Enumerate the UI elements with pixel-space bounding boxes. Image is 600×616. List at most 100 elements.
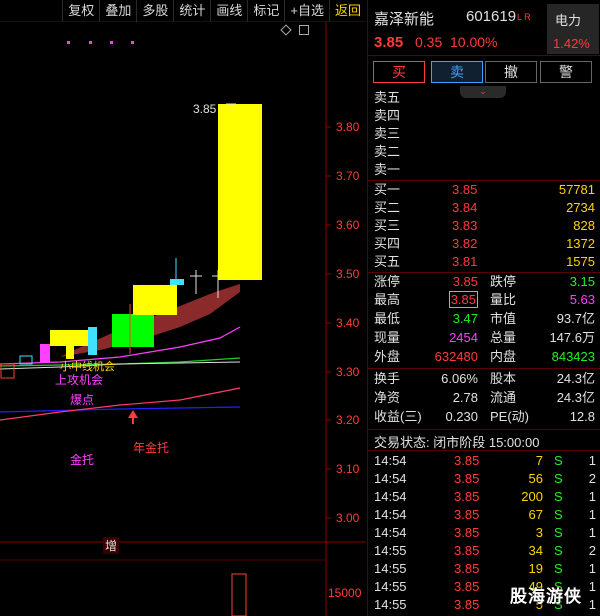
bid-row: 买三 3.83 828 xyxy=(368,217,600,235)
ask-row: 卖三 xyxy=(368,125,600,143)
bid-volume: 1575 xyxy=(566,254,595,269)
tick-count: 1 xyxy=(588,597,596,612)
volume-tick: 15000 xyxy=(328,586,362,600)
stat-row: 最低 3.47 市值 93.7亿 xyxy=(368,310,600,328)
bid-row: 买五 3.81 1575 xyxy=(368,253,600,271)
quote-panel: 嘉泽新能 601619 L R 3.85 0.35 10.00% 电力 1.42… xyxy=(367,0,600,616)
tick-time: 14:55 xyxy=(374,597,407,612)
tick-count: 2 xyxy=(588,471,596,486)
stat-key: 量比 xyxy=(490,292,517,307)
stat-key: 总量 xyxy=(490,330,517,345)
annotation-burst: 爆点 xyxy=(70,393,95,407)
trade-status: 交易状态: 闭市阶段 15:00:00 xyxy=(374,435,540,450)
ma-line-pink xyxy=(0,387,241,421)
tick-time: 14:55 xyxy=(374,579,407,594)
bid-volume: 828 xyxy=(573,218,595,233)
tick-count: 1 xyxy=(588,507,596,522)
bid-label: 买四 xyxy=(374,236,401,251)
tick-price: 3.85 xyxy=(454,561,480,576)
tick-time: 14:54 xyxy=(374,525,407,540)
alert-button[interactable]: 警 xyxy=(540,61,592,83)
bid-label: 买二 xyxy=(374,200,401,215)
ask-label: 卖一 xyxy=(374,162,401,177)
tick-row: 14:54 3.85 7 S 1 xyxy=(368,452,600,470)
sell-button[interactable]: 卖 xyxy=(431,61,483,83)
stat-value: 24.3亿 xyxy=(556,371,595,386)
stat-key: 收益(三) xyxy=(374,409,422,424)
expand-icon[interactable] xyxy=(299,25,309,35)
price-tick-3-60: 3.60 xyxy=(336,218,360,232)
toolbar-add-favorite-button[interactable]: +自选 xyxy=(284,0,329,22)
tick-row: 14:55 3.85 34 S 2 xyxy=(368,542,600,560)
tick-time: 14:54 xyxy=(374,507,407,522)
bid-label: 买一 xyxy=(374,182,401,197)
toolbar-draw-line-button[interactable]: 画线 xyxy=(210,0,247,22)
toolbar-back-button[interactable]: 返回 xyxy=(328,0,366,22)
toolbar-mark-button[interactable]: 标记 xyxy=(247,0,284,22)
tick-volume: 7 xyxy=(535,453,543,468)
bid-price: 3.84 xyxy=(452,200,478,215)
bid-price: 3.82 xyxy=(452,236,478,251)
tick-side: S xyxy=(554,543,563,558)
stat-key: 最低 xyxy=(374,311,401,326)
chart-toolbar: 复权 叠加 多股 统计 画线 标记 +自选 返回 xyxy=(0,0,366,22)
stat-row: 现量 2454 总量 147.6万 xyxy=(368,329,600,347)
stat-value: 24.3亿 xyxy=(556,390,595,405)
price-change-pct: 10.00% xyxy=(450,34,498,50)
ticks-divider xyxy=(368,450,600,451)
bid-row: 买二 3.84 2734 xyxy=(368,199,600,217)
arrow-up-icon xyxy=(128,410,138,418)
bid-row: 买四 3.82 1372 xyxy=(368,235,600,253)
candle-yellow-2 xyxy=(133,285,177,315)
cancel-order-button[interactable]: 撤 xyxy=(485,61,537,83)
stock-header: 嘉泽新能 601619 L R 3.85 0.35 10.00% 电力 1.42… xyxy=(368,0,600,56)
candle-cyan xyxy=(88,327,97,355)
kline-chart[interactable]: 3.80 3.70 3.60 3.50 3.40 3.30 3.20 3.10 … xyxy=(0,22,366,616)
tick-price: 3.85 xyxy=(454,579,480,594)
tick-count: 1 xyxy=(588,579,596,594)
tick-volume: 56 xyxy=(528,471,543,486)
volume-bar xyxy=(231,573,247,616)
tick-row: 14:54 3.85 67 S 1 xyxy=(368,506,600,524)
tick-time: 14:55 xyxy=(374,561,407,576)
stat-value: 3.85 xyxy=(448,291,478,308)
tick-price: 3.85 xyxy=(454,471,480,486)
watermark: 股海游侠 xyxy=(510,587,582,606)
stat-row: 净资 2.78 流通 24.3亿 xyxy=(368,389,600,407)
tick-row: 14:54 3.85 200 S 1 xyxy=(368,488,600,506)
price-tick-3-00: 3.00 xyxy=(336,511,360,525)
ask-label: 卖四 xyxy=(374,108,401,123)
tick-side: S xyxy=(554,525,563,540)
lr-badge: L R xyxy=(517,12,531,22)
annotation-year-gold: 年金托 xyxy=(133,441,170,455)
tick-count: 1 xyxy=(588,561,596,576)
ma-line-blue xyxy=(0,406,241,413)
top-dots xyxy=(67,41,134,44)
stat-key: 涨停 xyxy=(374,274,401,289)
kline-canvas xyxy=(0,22,366,616)
toolbar-fuquan-button[interactable]: 复权 xyxy=(62,0,99,22)
bid-price: 3.81 xyxy=(452,254,478,269)
stat-value: 12.8 xyxy=(569,409,595,424)
stat-row: 涨停 3.85 跌停 3.15 xyxy=(368,273,600,291)
buy-button[interactable]: 买 xyxy=(373,61,425,83)
stat-row: 外盘 632480 内盘 843423 xyxy=(368,348,600,366)
bid-volume: 57781 xyxy=(558,182,595,197)
sector-box[interactable]: 电力 1.42% xyxy=(547,4,599,54)
stat-value: 93.7亿 xyxy=(556,311,595,326)
ask-label: 卖二 xyxy=(374,144,401,159)
candle-limit-up xyxy=(218,104,262,280)
toolbar-multi-stock-button[interactable]: 多股 xyxy=(136,0,173,22)
price-tick-3-10: 3.10 xyxy=(336,462,360,476)
stock-name: 嘉泽新能 xyxy=(374,11,435,28)
tick-price: 3.85 xyxy=(454,489,480,504)
stats2-divider xyxy=(368,368,600,369)
bid-label: 买三 xyxy=(374,218,401,233)
annotation-increase: 增 xyxy=(103,537,120,554)
price-tick-3-70: 3.70 xyxy=(336,169,360,183)
toolbar-stats-button[interactable]: 统计 xyxy=(173,0,210,22)
tick-volume: 200 xyxy=(521,489,543,504)
tick-count: 1 xyxy=(588,453,596,468)
price-tick-3-50: 3.50 xyxy=(336,267,360,281)
toolbar-overlay-button[interactable]: 叠加 xyxy=(99,0,136,22)
